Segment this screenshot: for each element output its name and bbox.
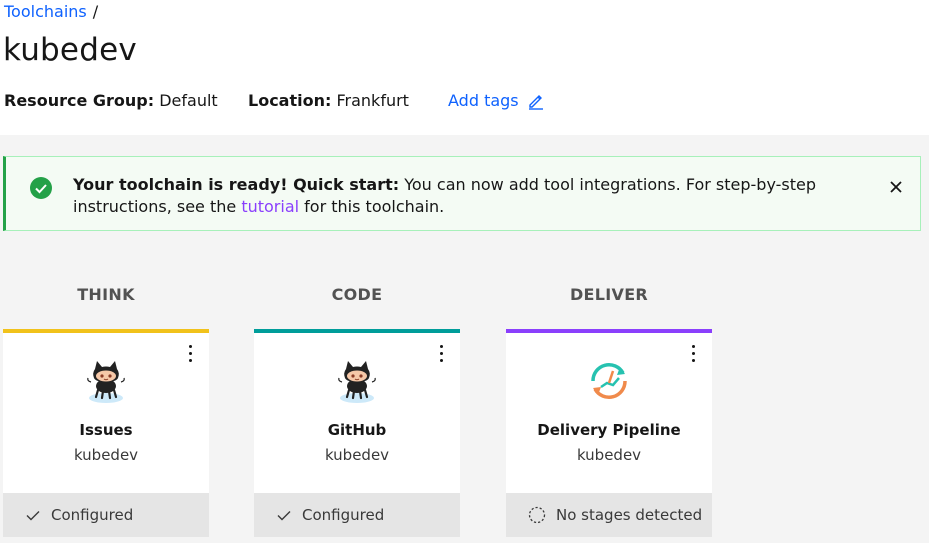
tool-status: Configured bbox=[254, 493, 460, 537]
tutorial-link[interactable]: tutorial bbox=[241, 197, 299, 216]
phase-color-bar bbox=[254, 329, 460, 333]
add-tags-link[interactable]: Add tags bbox=[448, 91, 545, 110]
notification-body-2: for this toolchain. bbox=[304, 197, 445, 216]
breadcrumb-separator: / bbox=[92, 2, 99, 21]
checkmark-icon bbox=[25, 507, 41, 523]
github-octocat-icon bbox=[3, 357, 209, 405]
phase-deliver-label: DELIVER bbox=[569, 285, 649, 304]
phase-color-bar bbox=[506, 329, 712, 333]
github-octocat-icon bbox=[254, 357, 460, 405]
pending-circle-icon bbox=[528, 506, 546, 524]
phase-think-label: THINK bbox=[77, 285, 135, 304]
page-title: kubedev bbox=[3, 32, 137, 68]
tool-status-label: Configured bbox=[51, 506, 134, 524]
phase-color-bar bbox=[3, 329, 209, 333]
tool-card-issues[interactable]: Issues kubedev Configured bbox=[3, 329, 209, 537]
phase-code-label: CODE bbox=[331, 285, 383, 304]
tool-name: GitHub bbox=[327, 421, 387, 439]
tool-status-label: No stages detected bbox=[556, 506, 703, 524]
notification-title: Your toolchain is ready! Quick start: bbox=[73, 175, 400, 194]
tool-status: No stages detected bbox=[506, 493, 712, 537]
breadcrumb-toolchains-link[interactable]: Toolchains bbox=[4, 2, 87, 21]
resource-group: Resource Group: Default bbox=[4, 91, 218, 110]
tool-card-delivery-pipeline[interactable]: Delivery Pipeline kubedev No stages dete… bbox=[506, 329, 712, 537]
resource-group-label: Resource Group: bbox=[4, 91, 155, 110]
location-label: Location: bbox=[248, 91, 332, 110]
tool-status: Configured bbox=[3, 493, 209, 537]
page-header: Toolchains / kubedev Resource Group: Defa… bbox=[0, 0, 929, 135]
location-value: Frankfurt bbox=[336, 91, 409, 110]
breadcrumb: Toolchains / bbox=[4, 2, 98, 21]
resource-group-value: Default bbox=[159, 91, 218, 110]
close-icon[interactable] bbox=[888, 179, 904, 195]
tool-name: Delivery Pipeline bbox=[537, 421, 681, 439]
tool-name: Issues bbox=[79, 421, 133, 439]
edit-pencil-icon bbox=[528, 94, 543, 110]
success-checkmark-icon bbox=[30, 177, 52, 199]
tool-status-label: Configured bbox=[302, 506, 385, 524]
toolchain-content: Your toolchain is ready! Quick start: Yo… bbox=[0, 135, 929, 543]
add-tags-label: Add tags bbox=[448, 91, 519, 110]
tool-card-github[interactable]: GitHub kubedev Configured bbox=[254, 329, 460, 537]
success-notification: Your toolchain is ready! Quick start: Yo… bbox=[3, 156, 921, 231]
location: Location: Frankfurt bbox=[248, 91, 409, 110]
checkmark-icon bbox=[276, 507, 292, 523]
tool-subtitle: kubedev bbox=[324, 446, 390, 464]
delivery-pipeline-icon bbox=[506, 357, 712, 405]
notification-message: Your toolchain is ready! Quick start: Yo… bbox=[73, 174, 833, 218]
tool-subtitle: kubedev bbox=[73, 446, 139, 464]
tool-subtitle: kubedev bbox=[576, 446, 642, 464]
